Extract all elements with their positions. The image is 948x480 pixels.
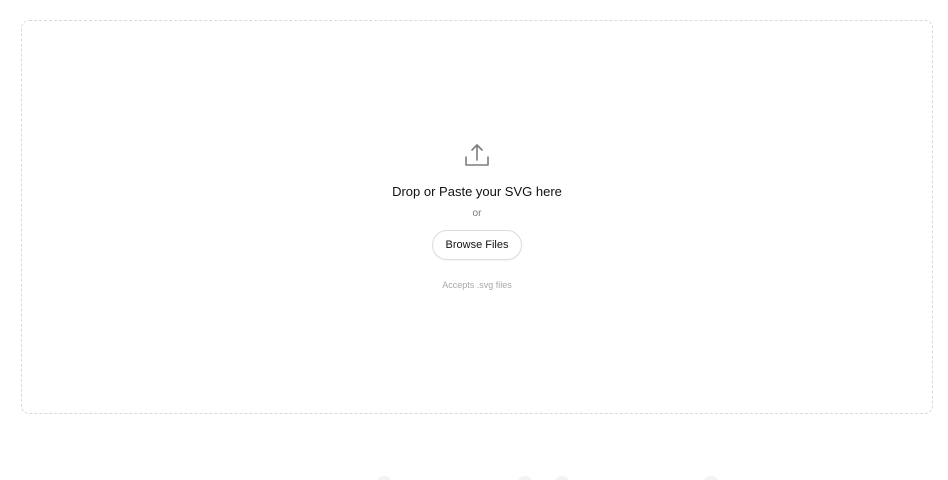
- page: Drop or Paste your SVG here or Browse Fi…: [0, 0, 948, 480]
- or-separator: or: [472, 208, 482, 219]
- browse-files-button[interactable]: Browse Files: [431, 230, 523, 260]
- decorative-shape: [555, 476, 569, 480]
- decorative-shape: [518, 476, 532, 480]
- bottom-decoration: [0, 462, 948, 480]
- dropzone-title: Drop or Paste your SVG here: [392, 184, 562, 199]
- upload-icon: [462, 140, 492, 170]
- accepted-files-hint: Accepts .svg files: [442, 280, 512, 290]
- decorative-shape: [704, 476, 718, 480]
- svg-dropzone[interactable]: Drop or Paste your SVG here or Browse Fi…: [21, 20, 933, 414]
- decorative-shape: [377, 476, 391, 480]
